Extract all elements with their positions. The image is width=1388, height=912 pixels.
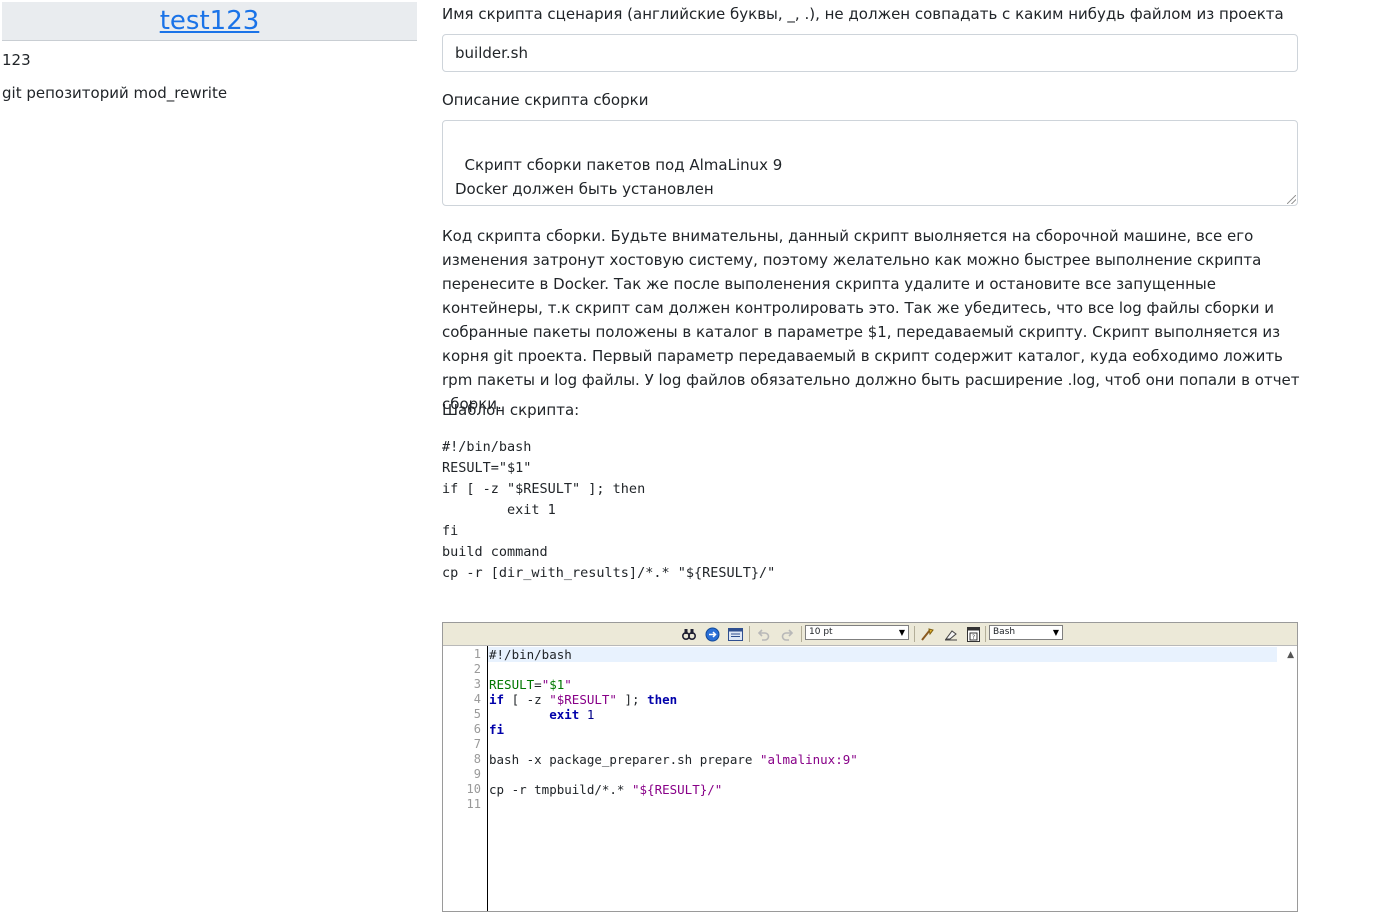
font-size-select[interactable]: 10 pt ▼ (805, 625, 909, 640)
template-label: Шаблон скрипта: (442, 401, 580, 419)
script-description-textarea[interactable]: Скрипт сборки пакетов под AlmaLinux 9 Do… (442, 120, 1298, 206)
language-value: Bash (993, 627, 1016, 637)
code-line[interactable]: fi (488, 722, 1277, 737)
chevron-down-icon: ▼ (1052, 628, 1059, 637)
syntax-highlight-icon[interactable] (919, 626, 935, 642)
svg-text:?: ? (971, 634, 974, 641)
code-line[interactable] (488, 662, 1277, 677)
code-line[interactable]: bash -x package_preparer.sh prepare "alm… (488, 752, 1277, 767)
scroll-up-icon[interactable]: ▲ (1287, 650, 1294, 660)
code-line[interactable]: if [ -z "$RESULT" ]; then (488, 692, 1277, 707)
line-number: 2 (473, 662, 481, 676)
code-line[interactable]: cp -r tmpbuild/*.* "${RESULT}/" (488, 782, 1277, 797)
project-title-link[interactable]: test123 (160, 8, 260, 34)
code-line[interactable] (488, 737, 1277, 752)
script-name-input[interactable]: builder.sh (442, 34, 1298, 72)
fullscreen-icon[interactable] (727, 626, 743, 642)
reset-highlight-icon[interactable] (942, 626, 958, 642)
project-description: 123 (2, 51, 31, 69)
code-line[interactable]: #!/bin/bash (488, 647, 1277, 662)
code-line[interactable] (488, 767, 1277, 782)
script-description-text: Скрипт сборки пакетов под AlmaLinux 9 Do… (455, 156, 783, 198)
chevron-down-icon: ▼ (898, 628, 905, 637)
script-code-help-text: Код скрипта сборки. Будьте внимательны, … (442, 227, 1300, 413)
project-repo-label: git репозиторий mod_rewrite (2, 84, 228, 102)
code-text-area[interactable]: #!/bin/bash RESULT="$1" if [ -z "$RESULT"… (487, 646, 1277, 911)
line-number: 1 (473, 647, 481, 661)
editor-toolbar: 10 pt ▼ ? Bash ▼ (443, 623, 1297, 646)
help-icon[interactable]: ? (965, 626, 981, 642)
project-header: test123 (2, 2, 417, 41)
line-number: 6 (473, 722, 481, 736)
script-description-label: Описание скрипта сборки (442, 91, 649, 109)
search-icon[interactable] (681, 626, 697, 642)
font-size-value: 10 pt (809, 627, 833, 637)
language-select[interactable]: Bash ▼ (989, 625, 1063, 640)
line-number: 8 (473, 752, 481, 766)
code-line[interactable]: RESULT="$1" (488, 677, 1277, 692)
line-number: 9 (473, 767, 481, 781)
script-name-label: Имя скрипта сценария (английские буквы, … (442, 5, 1284, 23)
undo-icon[interactable] (755, 626, 771, 642)
line-number: 10 (466, 782, 481, 796)
redo-icon[interactable] (779, 626, 795, 642)
line-number: 4 (473, 692, 481, 706)
template-code: #!/bin/bash RESULT="$1" if [ -z "$RESULT… (442, 439, 776, 581)
line-number-gutter: 1 2 3 4 5 6 7 8 9 10 11 (443, 646, 485, 911)
line-number: 5 (473, 707, 481, 721)
code-line[interactable]: exit 1 (488, 707, 1277, 722)
code-editor[interactable]: 10 pt ▼ ? Bash ▼ 1 2 3 4 5 6 7 8 9 10 11… (442, 622, 1298, 912)
code-line[interactable] (488, 797, 1277, 812)
goto-line-icon[interactable] (704, 626, 720, 642)
line-number: 3 (473, 677, 481, 691)
line-number: 7 (473, 737, 481, 751)
resize-grip-icon[interactable] (1287, 195, 1296, 204)
line-number: 11 (466, 797, 481, 811)
